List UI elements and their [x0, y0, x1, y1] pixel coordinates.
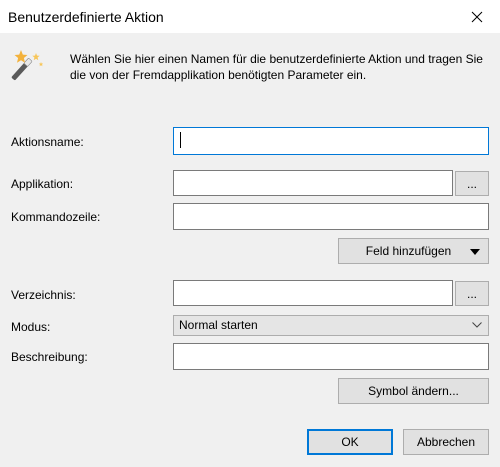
title-bar: Benutzerdefinierte Aktion — [0, 0, 500, 33]
magic-wand-icon — [11, 50, 44, 81]
application-label: Applikation: — [11, 177, 74, 191]
triangle-down-icon — [470, 249, 480, 255]
description-input[interactable] — [173, 343, 489, 370]
action-name-input[interactable] — [173, 127, 489, 155]
close-button[interactable] — [454, 0, 500, 33]
change-symbol-button[interactable]: Symbol ändern... — [338, 378, 489, 404]
command-line-label: Kommandozeile: — [11, 210, 101, 224]
window-title: Benutzerdefinierte Aktion — [8, 9, 164, 25]
action-name-label: Aktionsname: — [11, 135, 84, 149]
mode-selected-value: Normal starten — [179, 318, 258, 332]
directory-label: Verzeichnis: — [11, 288, 76, 302]
chevron-down-icon — [472, 322, 482, 328]
mode-select[interactable]: Normal starten — [173, 315, 489, 336]
ok-button[interactable]: OK — [307, 429, 393, 455]
directory-input[interactable] — [173, 280, 453, 306]
description-label: Beschreibung: — [11, 350, 88, 364]
custom-action-dialog: Benutzerdefinierte Aktion Wählen Sie hie… — [0, 0, 500, 467]
mode-label: Modus: — [11, 320, 51, 334]
application-browse-button[interactable]: ... — [455, 171, 489, 196]
cancel-button[interactable]: Abbrechen — [403, 429, 489, 455]
application-input[interactable] — [173, 170, 453, 196]
text-caret — [180, 132, 181, 148]
header-description: Wählen Sie hier einen Namen für die benu… — [70, 52, 483, 82]
add-field-button[interactable]: Feld hinzufügen — [338, 238, 489, 264]
directory-browse-button[interactable]: ... — [455, 281, 489, 306]
add-field-label: Feld hinzufügen — [365, 244, 452, 258]
close-icon — [471, 11, 483, 22]
command-line-input[interactable] — [173, 203, 489, 230]
